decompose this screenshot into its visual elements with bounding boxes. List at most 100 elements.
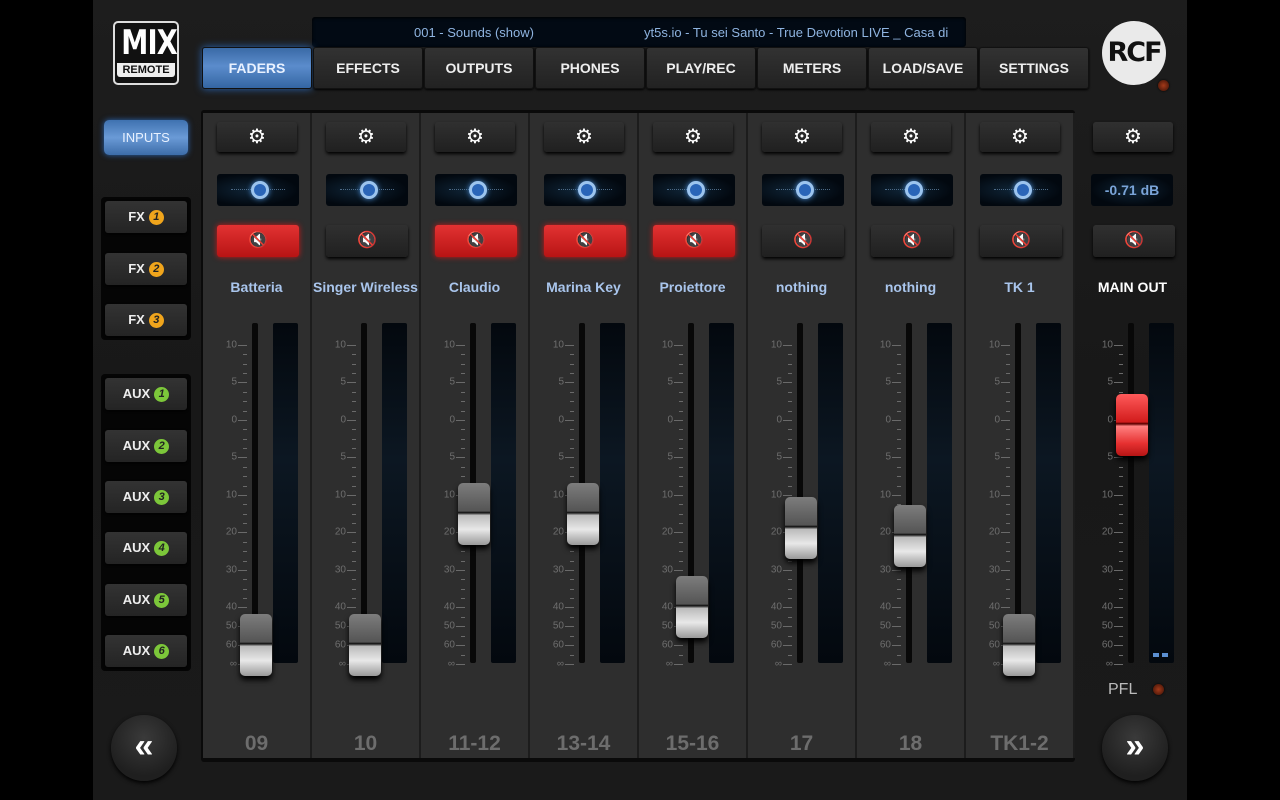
scale-label: 10 bbox=[225, 339, 237, 351]
channel-settings-button[interactable]: ⚙ bbox=[217, 122, 297, 152]
scale-minor-tick bbox=[1119, 476, 1123, 477]
scale-minor-tick bbox=[897, 654, 901, 656]
channel-name[interactable]: Claudio bbox=[421, 279, 528, 295]
channel-settings-button[interactable]: ⚙ bbox=[980, 122, 1060, 152]
pan-knob[interactable] bbox=[1014, 181, 1032, 199]
aux-6-button[interactable]: AUX 6 bbox=[105, 635, 187, 667]
tab-settings[interactable]: SETTINGS bbox=[979, 47, 1089, 89]
prev-page-button[interactable]: « bbox=[111, 715, 177, 781]
mute-button[interactable]: 🔇 bbox=[217, 225, 299, 257]
fader-track[interactable] bbox=[797, 323, 803, 663]
pan-control[interactable] bbox=[980, 174, 1062, 206]
fx-2-button[interactable]: FX 2 bbox=[105, 253, 187, 285]
fx-3-button[interactable]: FX 3 bbox=[105, 304, 187, 336]
pan-control[interactable] bbox=[217, 174, 299, 206]
fader-handle[interactable] bbox=[785, 497, 817, 560]
channel-settings-button[interactable]: ⚙ bbox=[653, 122, 733, 152]
scale-minor-tick bbox=[897, 401, 901, 402]
tab-play-rec[interactable]: PLAY/REC bbox=[646, 47, 756, 89]
inputs-button[interactable]: INPUTS bbox=[104, 120, 188, 155]
mute-button[interactable]: 🔇 bbox=[980, 225, 1062, 257]
scale-label: ∞ bbox=[774, 658, 782, 670]
scale-tick bbox=[1114, 607, 1123, 608]
channel-name[interactable]: TK 1 bbox=[966, 279, 1073, 295]
aux-3-button[interactable]: AUX 3 bbox=[105, 481, 187, 513]
tab-outputs[interactable]: OUTPUTS bbox=[424, 47, 534, 89]
aux-5-button[interactable]: AUX 5 bbox=[105, 584, 187, 616]
scale-minor-tick bbox=[1006, 513, 1010, 515]
scale-minor-tick bbox=[352, 579, 356, 581]
fader-track[interactable] bbox=[252, 323, 258, 663]
fx-1-button[interactable]: FX 1 bbox=[105, 201, 187, 233]
pan-knob[interactable] bbox=[687, 181, 705, 199]
main-settings-button[interactable]: ⚙ bbox=[1093, 122, 1173, 152]
pan-control[interactable] bbox=[326, 174, 408, 206]
channel-settings-button[interactable]: ⚙ bbox=[544, 122, 624, 152]
fader-handle[interactable] bbox=[894, 504, 926, 567]
channel-settings-button[interactable]: ⚙ bbox=[326, 122, 406, 152]
tab-load-save[interactable]: LOAD/SAVE bbox=[868, 47, 978, 89]
scale-minor-tick bbox=[788, 597, 792, 599]
scale-minor-tick bbox=[897, 579, 901, 581]
channel-name[interactable]: Marina Key bbox=[530, 279, 637, 295]
pan-control[interactable] bbox=[544, 174, 626, 206]
fader-track[interactable] bbox=[361, 323, 367, 663]
pfl-led[interactable] bbox=[1153, 684, 1164, 695]
channel-name[interactable]: Singer Wireless bbox=[312, 279, 419, 295]
main-mute-button[interactable]: 🔇 bbox=[1093, 225, 1175, 257]
tab-effects[interactable]: EFFECTS bbox=[313, 47, 423, 89]
pan-knob[interactable] bbox=[469, 181, 487, 199]
speaker-mute-icon: 🔇 bbox=[248, 232, 268, 249]
channel-settings-button[interactable]: ⚙ bbox=[762, 122, 842, 152]
mute-button[interactable]: 🔇 bbox=[435, 225, 517, 257]
scale-tick bbox=[892, 645, 901, 646]
mute-button[interactable]: 🔇 bbox=[871, 225, 953, 257]
fader-handle[interactable] bbox=[676, 576, 708, 638]
fader-handle[interactable] bbox=[567, 482, 599, 545]
pan-knob[interactable] bbox=[251, 181, 269, 199]
tab-faders[interactable]: FADERS bbox=[202, 47, 312, 89]
channel-number: 09 bbox=[244, 732, 269, 755]
pan-control[interactable] bbox=[762, 174, 844, 206]
channel-name[interactable]: nothing bbox=[857, 279, 964, 295]
pan-knob[interactable] bbox=[796, 181, 814, 199]
tab-meters[interactable]: METERS bbox=[757, 47, 867, 89]
fader-track[interactable] bbox=[1015, 323, 1021, 663]
mute-button[interactable]: 🔇 bbox=[326, 225, 408, 257]
channel-name[interactable]: Batteria bbox=[203, 279, 310, 295]
scale-minor-tick bbox=[1119, 485, 1123, 487]
mute-button[interactable]: 🔇 bbox=[544, 225, 626, 257]
pan-knob[interactable] bbox=[360, 181, 378, 199]
channel-name[interactable]: Proiettore bbox=[639, 279, 746, 295]
mute-button[interactable]: 🔇 bbox=[653, 225, 735, 257]
scale-minor-tick bbox=[352, 476, 356, 477]
scale-tick bbox=[456, 382, 465, 383]
scale-tick bbox=[674, 532, 683, 533]
channel-settings-button[interactable]: ⚙ bbox=[435, 122, 515, 152]
pan-knob[interactable] bbox=[905, 181, 923, 199]
channel-name[interactable]: nothing bbox=[748, 279, 855, 295]
pan-knob[interactable] bbox=[578, 181, 596, 199]
fader-handle[interactable] bbox=[240, 614, 272, 676]
aux-2-button[interactable]: AUX 2 bbox=[105, 430, 187, 462]
fader-handle[interactable] bbox=[1116, 394, 1148, 457]
scale-label: 30 bbox=[988, 564, 1000, 576]
fader-handle[interactable] bbox=[1003, 614, 1035, 676]
fader-handle[interactable] bbox=[458, 482, 490, 545]
pan-control[interactable] bbox=[653, 174, 735, 206]
aux-4-button[interactable]: AUX 4 bbox=[105, 532, 187, 564]
scale-tick bbox=[238, 420, 247, 421]
tab-phones[interactable]: PHONES bbox=[535, 47, 645, 89]
pan-control[interactable] bbox=[871, 174, 953, 206]
aux-1-button[interactable]: AUX 1 bbox=[105, 378, 187, 410]
scale-label: 5 bbox=[558, 376, 564, 388]
fader-handle[interactable] bbox=[349, 614, 381, 676]
fader-track[interactable] bbox=[1128, 323, 1134, 663]
scale-minor-tick bbox=[788, 635, 792, 637]
fader-track[interactable] bbox=[906, 323, 912, 663]
scale-minor-tick bbox=[897, 363, 901, 365]
mute-button[interactable]: 🔇 bbox=[762, 225, 844, 257]
channel-settings-button[interactable]: ⚙ bbox=[871, 122, 951, 152]
scale-tick bbox=[783, 382, 792, 383]
pan-control[interactable] bbox=[435, 174, 517, 206]
